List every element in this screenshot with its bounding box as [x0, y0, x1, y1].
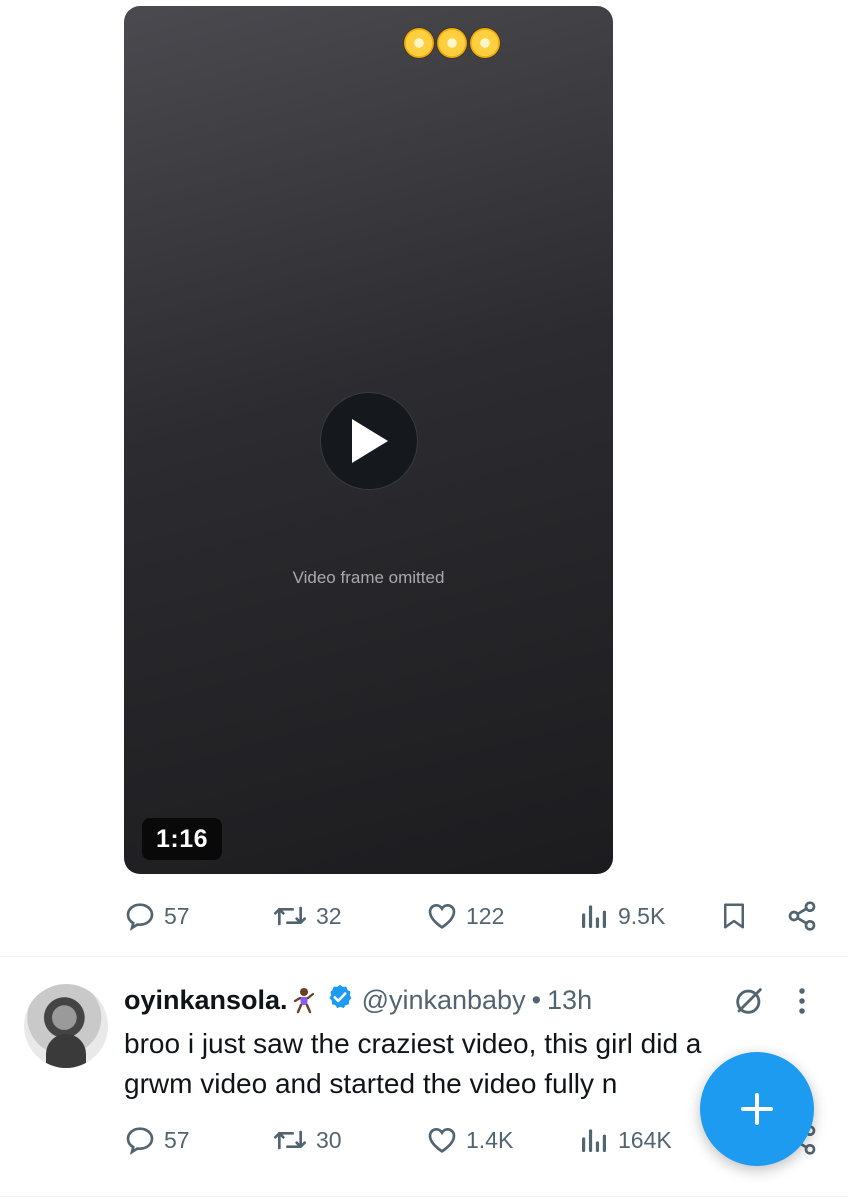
play-icon — [352, 419, 388, 463]
media-placeholder-note: Video frame omitted — [292, 568, 445, 587]
reply-icon — [126, 1127, 154, 1155]
views-button[interactable]: 164K — [578, 1122, 672, 1158]
compose-plus-icon — [741, 1093, 773, 1125]
like-count: 1.4K — [466, 1127, 514, 1153]
tweet-text-line: broo i just saw the craziest video, this… — [124, 1028, 702, 1059]
views-icon — [582, 1129, 606, 1152]
like-icon — [428, 1127, 456, 1153]
reply-count: 57 — [164, 903, 190, 929]
more-icon — [799, 988, 805, 1014]
views-icon — [582, 905, 606, 928]
emoji-icon — [437, 28, 467, 58]
views-button[interactable]: 9.5K — [578, 898, 665, 934]
tweet-header: oyinkansola. @yinkanbaby • 13h — [124, 980, 592, 1020]
bookmark-icon — [724, 903, 744, 929]
display-name[interactable]: oyinkansola. — [124, 985, 288, 1016]
views-count: 164K — [618, 1127, 672, 1153]
tweet-divider — [0, 1196, 848, 1197]
reply-button[interactable]: 57 — [124, 898, 190, 934]
like-button[interactable]: 1.4K — [426, 1122, 513, 1158]
play-button[interactable] — [320, 392, 418, 490]
repost-icon — [274, 906, 306, 926]
emoji-icon — [470, 28, 500, 58]
video-duration: 1:16 — [142, 818, 223, 860]
reply-icon — [126, 903, 154, 931]
views-count: 9.5K — [618, 903, 666, 929]
share-button[interactable] — [784, 898, 820, 934]
header-separator: • — [531, 984, 542, 1015]
like-icon — [428, 903, 456, 929]
repost-button[interactable]: 32 — [272, 898, 342, 934]
compose-button[interactable] — [700, 1052, 814, 1166]
emoji-overlay — [404, 28, 504, 58]
tweet-divider — [0, 956, 848, 957]
grok-icon — [736, 988, 762, 1014]
verified-badge-icon — [326, 983, 354, 1018]
repost-count: 32 — [316, 903, 342, 929]
avatar[interactable] — [24, 984, 108, 1068]
reply-count: 57 — [164, 1127, 190, 1153]
bookmark-button[interactable] — [716, 898, 752, 934]
more-options-button[interactable] — [796, 986, 808, 1021]
repost-count: 30 — [316, 1127, 342, 1153]
emoji-icon — [404, 28, 434, 58]
repost-button[interactable]: 30 — [272, 1122, 342, 1158]
like-count: 122 — [466, 903, 505, 929]
reply-button[interactable]: 57 — [124, 1122, 190, 1158]
tweet-timestamp[interactable]: 13h — [547, 985, 592, 1016]
share-icon — [788, 901, 816, 931]
grok-button[interactable] — [732, 984, 766, 1023]
person-emoji-icon — [290, 986, 318, 1014]
repost-icon — [274, 1130, 306, 1150]
like-button[interactable]: 122 — [426, 898, 504, 934]
user-handle[interactable]: @yinkanbaby — [362, 985, 526, 1016]
